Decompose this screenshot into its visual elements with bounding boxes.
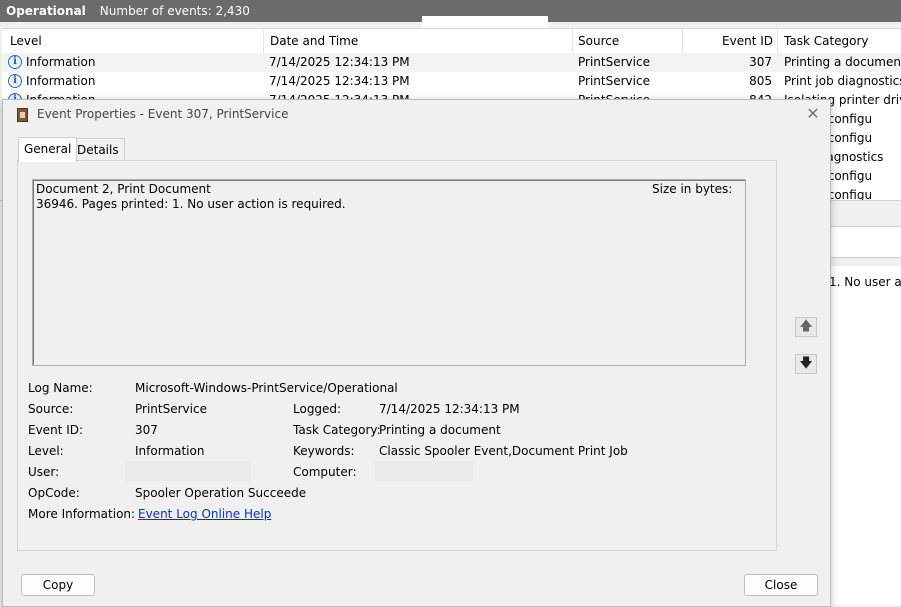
log-name-value: Microsoft-Windows-PrintService/Operation…: [135, 381, 398, 395]
event-count: Number of events: 2,430: [99, 4, 250, 18]
level-label: Level:: [28, 444, 64, 458]
column-task-category[interactable]: Task Category: [777, 29, 869, 53]
computer-value-redacted: [375, 461, 473, 481]
description-line-1: Document 2, Print Document: [36, 182, 211, 196]
more-information-label: More Information:: [28, 507, 136, 521]
task-category-value: Printing a document: [379, 423, 501, 437]
keywords-value: Classic Spooler Event,Document Print Job: [379, 444, 628, 458]
description-line-2: 36946. Pages printed: 1. No user action …: [36, 197, 346, 211]
logged-label: Logged:: [293, 402, 342, 416]
keywords-label: Keywords:: [293, 444, 355, 458]
information-icon: i: [8, 74, 22, 88]
opcode-label: OpCode:: [28, 486, 80, 500]
preview-description: 1. No user action is required.: [829, 275, 901, 289]
next-event-button[interactable]: 🡇: [795, 354, 817, 374]
previous-event-button[interactable]: 🡅: [795, 317, 817, 337]
arrow-down-icon: 🡇: [799, 356, 813, 371]
preview-tabstrip: [829, 226, 901, 258]
task-category-label: Task Category:: [293, 423, 381, 437]
column-date-time[interactable]: Date and Time: [263, 29, 358, 53]
event-properties-dialog: Event Properties - Event 307, PrintServi…: [2, 99, 831, 607]
source-label: Source:: [28, 402, 74, 416]
log-header-bar: Operational Number of events: 2,430: [0, 0, 901, 38]
description-size-label: Size in bytes:: [652, 182, 733, 196]
event-log-online-help-link[interactable]: Event Log Online Help: [138, 507, 271, 521]
user-value-redacted: [125, 461, 251, 481]
logged-value: 7/14/2025 12:34:13 PM: [379, 402, 520, 416]
information-icon: i: [8, 55, 22, 69]
dialog-titlebar[interactable]: Event Properties - Event 307, PrintServi…: [3, 100, 830, 130]
computer-label: Computer:: [293, 465, 357, 479]
dialog-title: Event Properties - Event 307, PrintServi…: [37, 107, 289, 121]
log-name-label: Log Name:: [28, 381, 93, 395]
tab-general[interactable]: General: [18, 137, 78, 162]
user-label: User:: [28, 465, 60, 479]
event-id-label: Event ID:: [28, 423, 84, 437]
close-button[interactable]: Close: [744, 574, 818, 596]
preview-pane: [829, 266, 901, 605]
close-icon[interactable]: ✕: [804, 105, 822, 123]
event-viewer-icon: [17, 108, 28, 122]
event-description-box[interactable]: Document 2, Print Document Size in bytes…: [32, 179, 746, 366]
opcode-value: Spooler Operation Succeede: [135, 486, 307, 500]
copy-button[interactable]: Copy: [21, 574, 95, 596]
general-tab-page: Document 2, Print Document Size in bytes…: [17, 160, 777, 551]
log-title: Operational: [6, 4, 86, 18]
level-value: Information: [135, 444, 205, 458]
column-event-id[interactable]: Event ID: [682, 29, 773, 53]
event-id-value: 307: [135, 423, 158, 437]
column-level[interactable]: Level: [10, 29, 42, 53]
table-row[interactable]: i Information 7/14/2025 12:34:13 PM Prin…: [2, 72, 901, 91]
tab-details[interactable]: Details: [71, 138, 125, 161]
column-source[interactable]: Source: [572, 29, 619, 53]
grid-header: Level Date and Time Source Event ID Task…: [2, 29, 901, 54]
source-value: PrintService: [135, 402, 207, 416]
table-row[interactable]: i Information 7/14/2025 12:34:13 PM Prin…: [2, 53, 901, 72]
arrow-up-icon: 🡅: [799, 319, 813, 334]
